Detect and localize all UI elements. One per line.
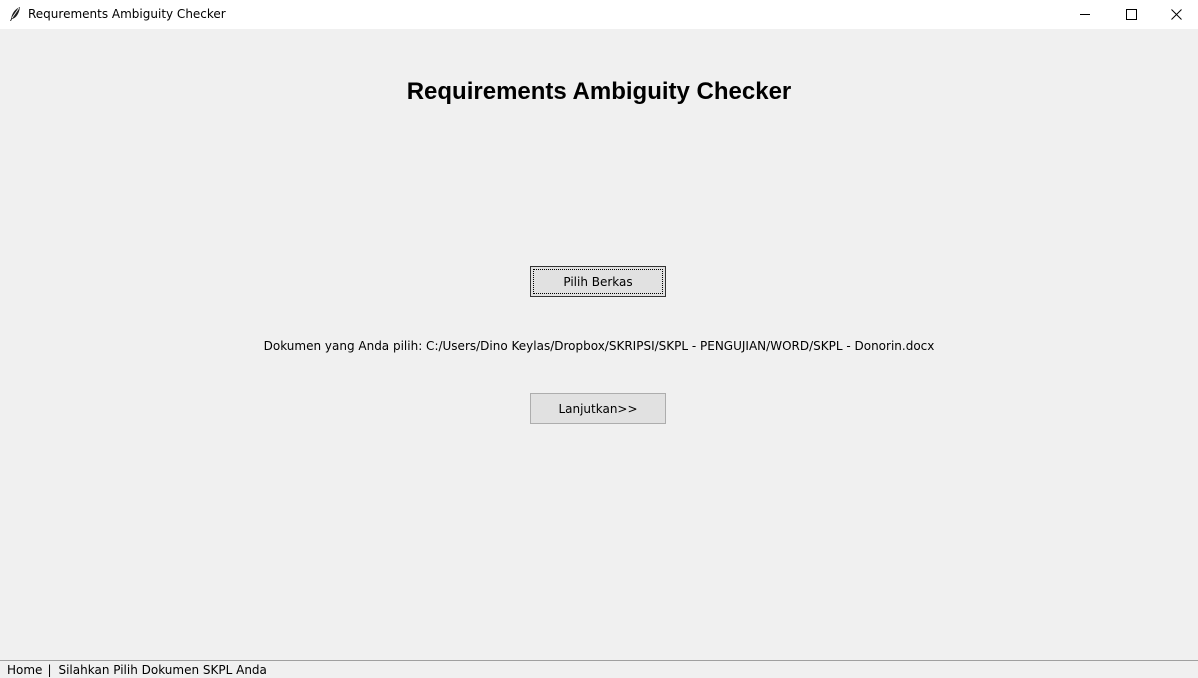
continue-button[interactable]: Lanjutkan>>: [530, 393, 666, 424]
status-page: Home: [7, 662, 43, 677]
close-icon: [1170, 5, 1182, 24]
page-title: Requirements Ambiguity Checker: [406, 78, 792, 105]
maximize-icon: [1125, 5, 1137, 24]
window-title: Requrements Ambiguity Checker: [28, 7, 226, 21]
close-button[interactable]: [1153, 0, 1198, 29]
selected-document-label: Dokumen yang Anda pilih: C:/Users/Dino K…: [263, 339, 935, 353]
status-bar: Home | Silahkan Pilih Dokumen SKPL Anda: [0, 660, 1198, 678]
status-separator: |: [47, 662, 52, 677]
title-bar[interactable]: Requrements Ambiguity Checker: [0, 0, 1198, 29]
minimize-button[interactable]: [1062, 0, 1108, 29]
maximize-button[interactable]: [1108, 0, 1154, 29]
feather-icon: [8, 6, 22, 22]
status-message: Silahkan Pilih Dokumen SKPL Anda: [58, 662, 267, 677]
pick-file-button[interactable]: Pilih Berkas: [530, 266, 666, 297]
app-window: Requrements Ambiguity Checker Requiremen…: [0, 0, 1198, 678]
minimize-icon: [1079, 5, 1091, 24]
